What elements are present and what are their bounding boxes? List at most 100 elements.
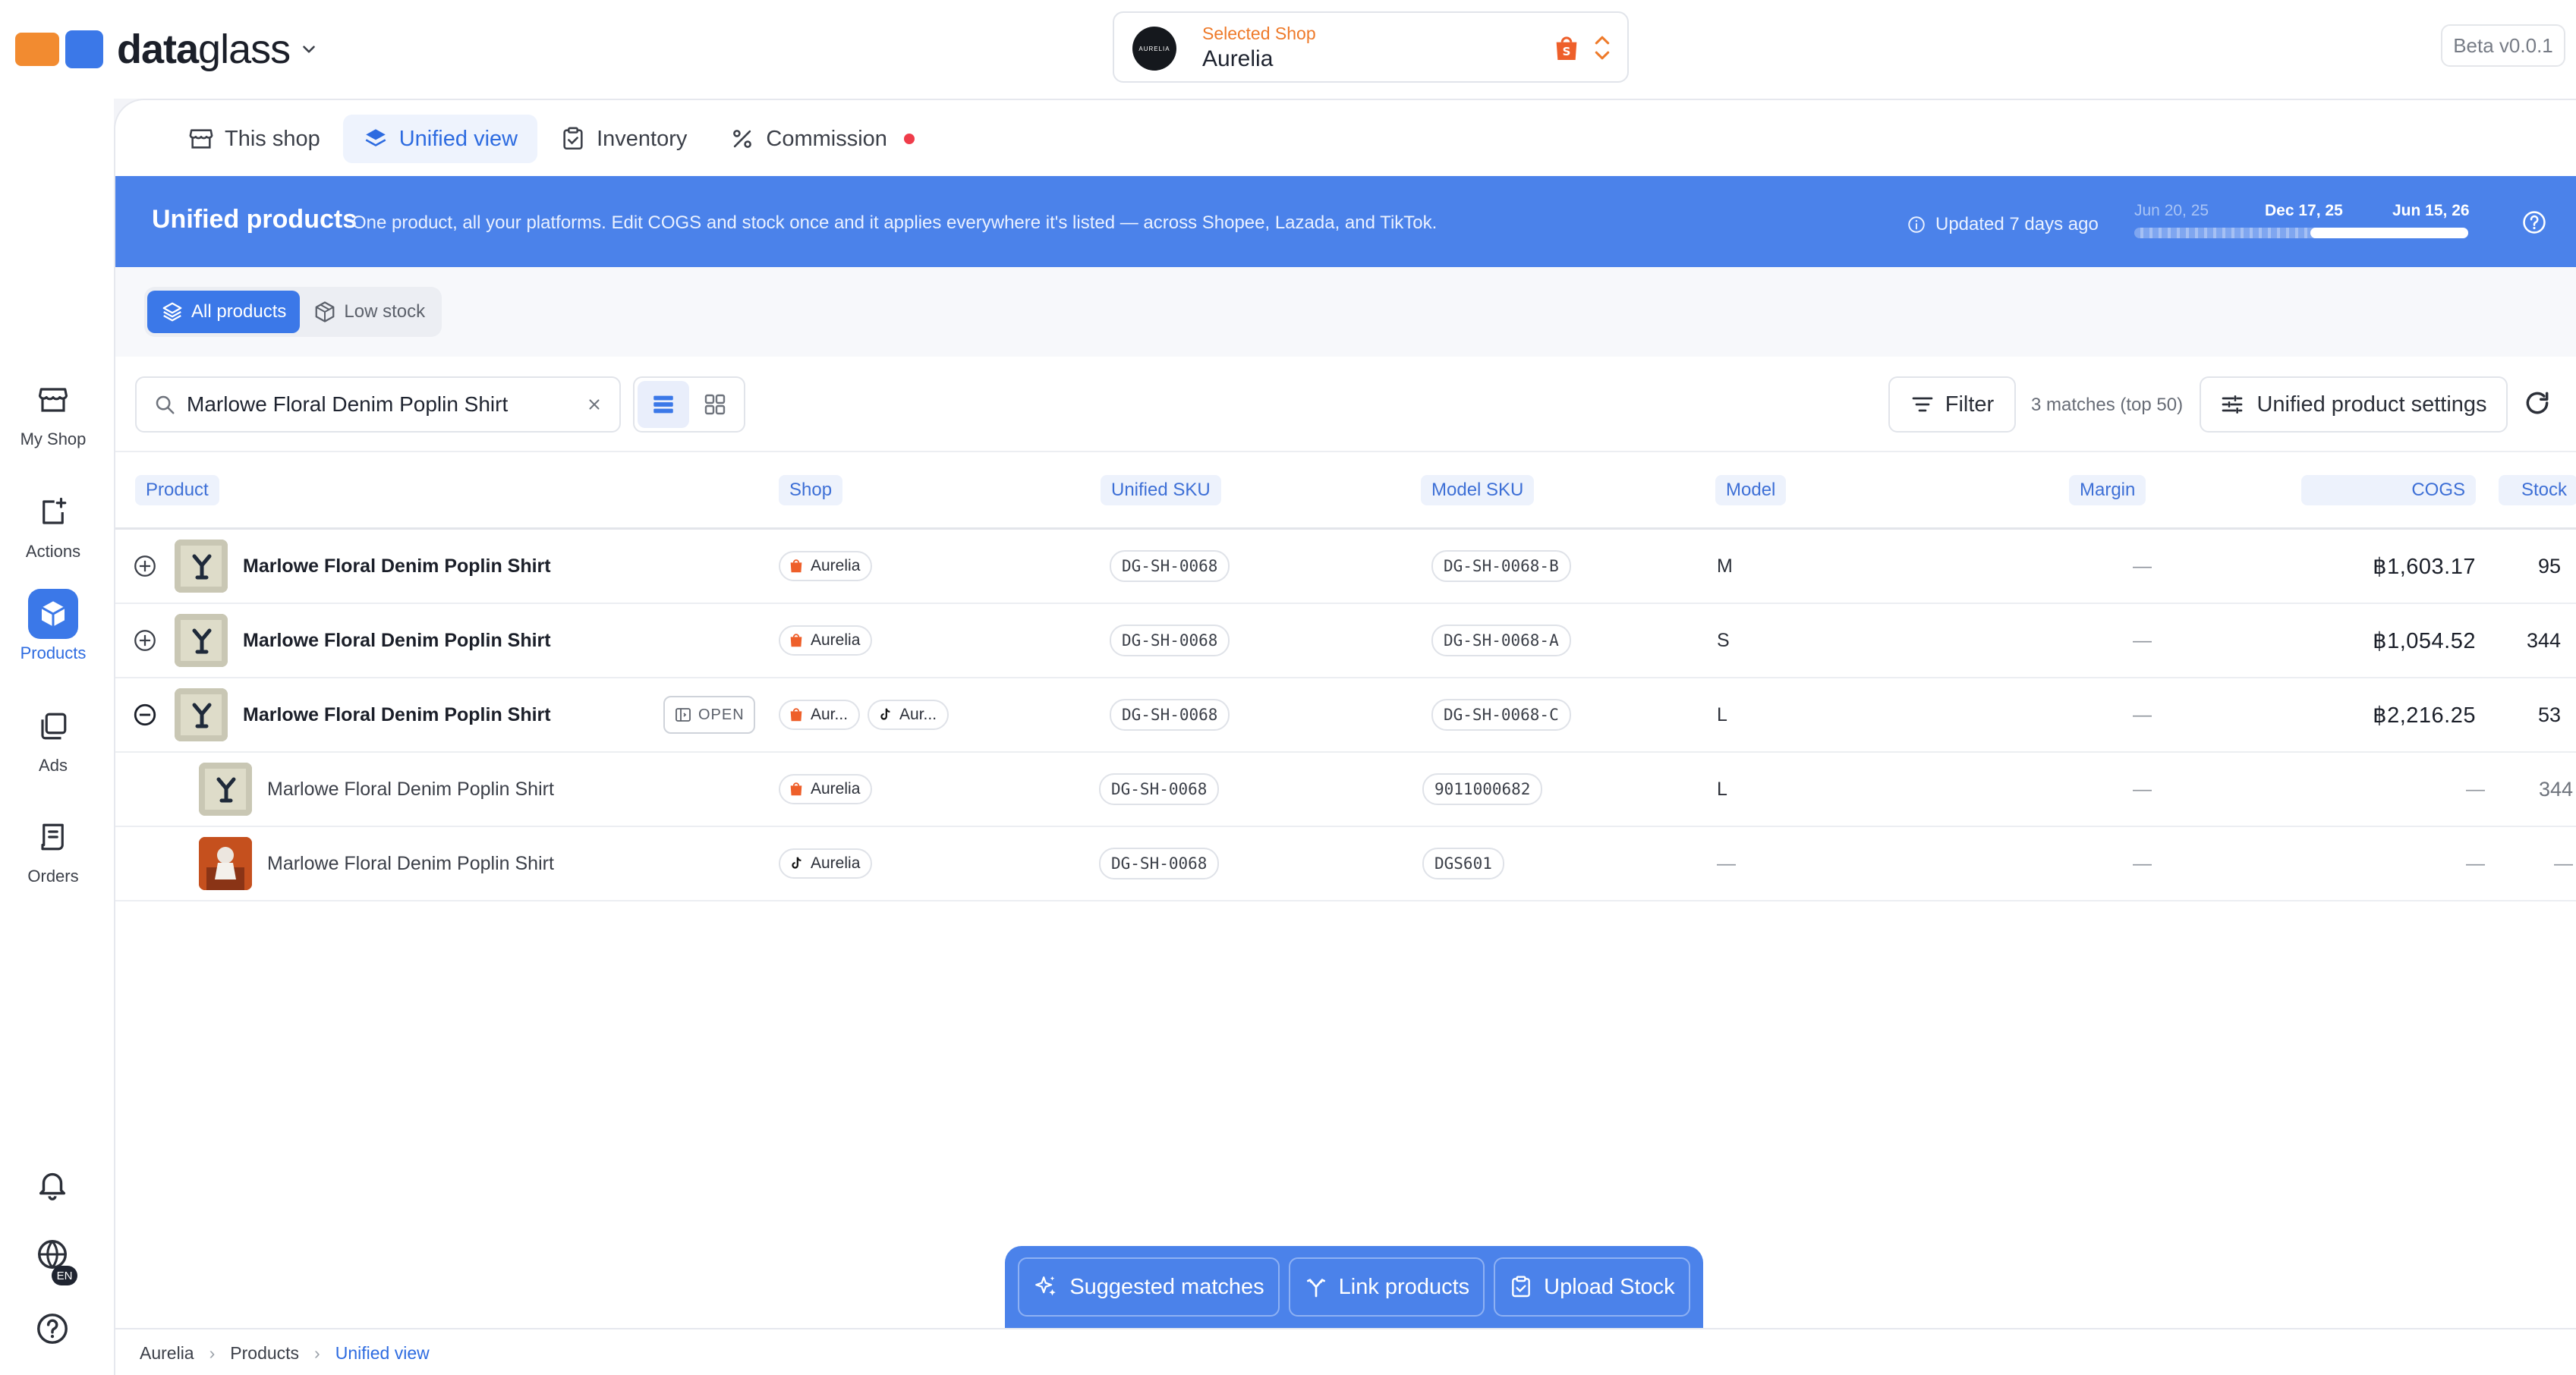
date-range-selection[interactable] [2310,228,2468,238]
app-logo[interactable]: dataglass [15,26,319,73]
shop-chip[interactable]: Aurelia [779,625,873,656]
tab-label: Unified view [398,126,518,151]
unfold-icon[interactable] [1592,33,1612,63]
table-row-child[interactable]: Marlowe Floral Denim Poplin Shirt Aureli… [115,827,2576,901]
shop-chip[interactable]: Aur... [779,700,861,730]
shop-selector[interactable]: AURELIA Selected Shop Aurelia S [1113,11,1629,83]
cogs-cell[interactable]: ฿2,216.25 [2256,678,2476,751]
collapse-row-button[interactable] [132,678,158,751]
column-header-cogs[interactable]: COGS [2301,475,2476,505]
stock-cell[interactable]: 95 [2499,530,2561,603]
column-header-margin[interactable]: Margin [2069,475,2146,505]
breadcrumb-item[interactable]: Products [230,1343,299,1364]
unified-sku-cell: DG-SH-0068 [1110,530,1230,603]
shop-chip-label: Aurelia [811,854,861,872]
help-icon[interactable] [2521,209,2547,235]
sidebar-item-orders[interactable]: Orders [0,812,106,886]
shop-selector-name: Aurelia [1202,46,1274,71]
brand-bold: data [117,27,199,72]
stock-cell[interactable]: 344 [2499,604,2561,677]
language-badge: EN [52,1266,77,1285]
shop-chip[interactable]: Aurelia [779,551,873,581]
view-tabs: This shop Unified view Inventory Commiss… [168,114,937,164]
shop-chip[interactable]: Aur... [868,700,949,730]
product-name[interactable]: Marlowe Floral Denim Poplin Shirt [267,827,554,900]
action-label: Link products [1338,1274,1470,1299]
column-header-product[interactable]: Product [135,475,219,505]
tab-unified-view[interactable]: Unified view [342,115,538,163]
column-header-shop[interactable]: Shop [779,475,843,505]
shop-chip[interactable]: Aurelia [779,848,873,879]
table-row[interactable]: Marlowe Floral Denim Poplin Shirt Aureli… [115,530,2576,604]
brand-light: glass [198,27,291,72]
grid-view-button[interactable] [689,381,741,428]
list-view-button[interactable] [638,381,689,428]
subtab-label: Low stock [344,301,426,322]
product-name[interactable]: Marlowe Floral Denim Poplin Shirt [243,530,551,603]
store-icon [188,126,214,152]
sidebar-item-label: Ads [39,756,68,775]
brand-name: dataglass [117,27,291,72]
table-row-child[interactable]: Marlowe Floral Denim Poplin Shirt Aureli… [115,753,2576,827]
shop-cell: Aur... Aur... [779,678,949,751]
sidebar-item-label: Orders [27,867,79,886]
date-range-slider[interactable] [2134,228,2468,238]
column-header-stock[interactable]: Stock [2499,475,2576,505]
table-row-expanded[interactable]: Marlowe Floral Denim Poplin Shirt OPEN A… [115,678,2576,753]
tiktok-icon [788,855,805,872]
product-thumbnail [199,827,252,900]
model-sku-cell: 9011000682 [1422,753,1543,826]
model-sku-cell: DGS601 [1422,827,1504,900]
sidebar-item-ads[interactable]: Ads [0,701,106,776]
clear-icon[interactable] [586,396,603,413]
product-name[interactable]: Marlowe Floral Denim Poplin Shirt [243,678,551,751]
column-header-model-sku[interactable]: Model SKU [1421,475,1535,505]
filter-button[interactable]: Filter [1888,376,2016,433]
unified-sku-chip: DG-SH-0068 [1099,773,1220,805]
panel-open-icon [674,706,692,724]
margin-cell: — [2133,703,2152,725]
upload-stock-button[interactable]: Upload Stock [1494,1257,1690,1317]
expand-row-button[interactable] [132,530,158,603]
unified-sku-cell: DG-SH-0068 [1099,753,1220,826]
product-thumbnail [175,530,228,603]
column-header-model[interactable]: Model [1715,475,1787,505]
top-bar: dataglass AURELIA Selected Shop Aurelia … [0,0,2576,99]
shop-chip[interactable]: Aurelia [779,774,873,804]
suggested-matches-button[interactable]: Suggested matches [1018,1257,1280,1317]
stock-cell[interactable]: 53 [2499,678,2561,751]
sidebar-item-label: Products [20,643,87,662]
tab-commission[interactable]: Commission [710,115,934,163]
link-products-button[interactable]: Link products [1288,1257,1485,1317]
shopee-bag-icon [788,781,805,798]
column-header-unified-sku[interactable]: Unified SKU [1101,475,1221,505]
table-row[interactable]: Marlowe Floral Denim Poplin Shirt Aureli… [115,604,2576,678]
tab-this-shop[interactable]: This shop [168,115,340,163]
help-icon[interactable] [35,1311,70,1346]
unified-sku-chip: DG-SH-0068 [1110,625,1230,656]
cogs-cell[interactable]: ฿1,603.17 [2256,530,2476,603]
product-thumbnail [175,678,228,751]
subtab-all-products[interactable]: All products [147,291,301,333]
sidebar-item-products[interactable]: Products [0,589,106,663]
margin-cell: — [2133,852,2152,874]
tab-inventory[interactable]: Inventory [540,115,707,163]
product-name[interactable]: Marlowe Floral Denim Poplin Shirt [267,753,554,826]
open-product-button[interactable]: OPEN [663,696,755,734]
logo-mark-blue [65,30,103,68]
shopee-bag-icon [788,632,805,649]
subtab-low-stock[interactable]: Low stock [300,291,439,333]
breadcrumb-item[interactable]: Aurelia [140,1343,194,1364]
sidebar-item-actions[interactable]: Actions [0,487,106,562]
cogs-cell[interactable]: ฿1,054.52 [2256,604,2476,677]
refresh-icon[interactable] [2523,389,2552,417]
search-input[interactable] [187,392,566,417]
expand-row-button[interactable] [132,604,158,677]
shop-avatar: AURELIA [1132,27,1176,71]
model-sku-chip: DG-SH-0068-A [1431,625,1571,656]
chevron-down-icon[interactable] [299,39,319,59]
unified-settings-button[interactable]: Unified product settings [2200,376,2508,433]
product-name[interactable]: Marlowe Floral Denim Poplin Shirt [243,604,551,677]
sidebar-item-my-shop[interactable]: My Shop [0,375,106,449]
bell-icon[interactable] [35,1167,70,1202]
